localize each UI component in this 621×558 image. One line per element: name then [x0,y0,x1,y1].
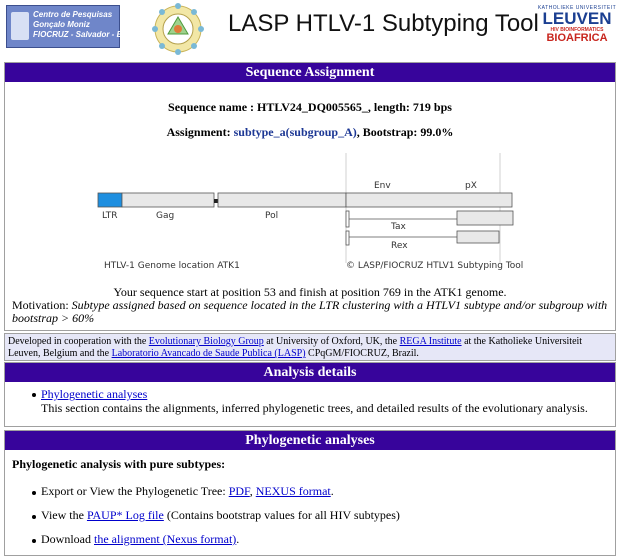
tax-label: Tax [390,222,407,232]
analysis-details-panel: Analysis details Phylogenetic analyses T… [4,362,616,427]
phylogenetic-analyses-link[interactable]: Phylogenetic analyses [41,387,147,402]
gag-gene [121,192,215,208]
ltr-highlight [97,192,123,208]
tax-exon-2 [456,210,514,226]
assignment-suffix: , Bootstrap: 99.0% [356,125,454,139]
bullet-icon [32,539,36,543]
rex-exon-2 [456,230,500,244]
coop-text-1: Developed in cooperation with the [8,336,149,347]
analysis-details-heading: Analysis details [5,363,615,382]
ltr-label: LTR [102,211,118,221]
gag-pol-junction [214,199,218,203]
bullet-icon [32,393,36,397]
bullet-icon [32,515,36,519]
page-title: LASP HTLV-1 Subtyping Tool [228,10,539,37]
leuven-bioafrica-logo[interactable]: KATHOLIEKE UNIVERSITEIT LEUVEN HIV BIOIN… [537,5,617,51]
gag-label: Gag [156,211,174,221]
download-alignment-item: Download the alignment (Nexus format). [41,532,239,547]
lasp-logo-line-1: Centro de Pesquisas [33,10,113,19]
analysis-description: This section contains the alignments, in… [41,401,588,415]
phylogenetic-analyses-heading: Phylogenetic analyses [5,431,615,450]
pol-label: Pol [265,211,278,221]
pol-gene [217,192,347,208]
rega-institute-link[interactable]: REGA Institute [400,336,462,347]
sequence-name: Sequence name : HTLV24_DQ005565_, length… [168,100,452,114]
paup-log-text: View the [41,508,87,522]
assignment-prefix: Assignment: [166,125,234,139]
motivation-text: Motivation: Subtype assigned based on se… [12,299,608,325]
paup-log-end: (Contains bootstrap values for all HIV s… [163,508,400,522]
download-alignment-end: . [236,532,240,546]
nexus-format-link[interactable]: NEXUS format [256,484,331,498]
assignment-line: Assignment: subtype_a(subgroup_A), Boots… [5,125,615,140]
evolutionary-biology-group-link[interactable]: Evolutionary Biology Group [149,336,264,347]
pure-subtypes-subheading: Phylogenetic analysis with pure subtypes… [12,457,226,471]
export-tree-item: Export or View the Phylogenetic Tree: PD… [41,484,334,499]
assignment-value: subtype_a(subgroup_A) [233,125,357,139]
tax-exon-1 [345,210,350,228]
emblem-icon [11,12,29,40]
sequence-assignment-heading: Sequence Assignment [5,63,615,82]
export-tree-end: . [330,484,334,498]
export-tree-text: Export or View the Phylogenetic Tree: [41,484,229,498]
env-px-region [345,192,513,208]
genome-copyright: © LASP/FIOCRUZ HTLV1 Subtyping Tool [346,261,523,271]
rex-exon-1 [345,230,350,246]
motivation-reason: Subtype assigned based on sequence locat… [12,298,608,325]
download-alignment-text: Download [41,532,94,546]
cooperation-note: Developed in cooperation with the Evolut… [4,333,616,361]
paup-log-link[interactable]: PAUP* Log file [87,508,164,522]
coop-text-2: at University of Oxford, UK, the [263,336,400,347]
coop-text-4: CPqGM/FIOCRUZ, Brazil. [305,348,419,359]
paup-log-item: View the PAUP* Log file (Contains bootst… [41,508,400,523]
bioafrica-name: BIOAFRICA [546,32,608,44]
lasp-logo[interactable]: Centro de Pesquisas Gonçalo Moniz FIOCRU… [6,5,127,48]
virus-icon [152,3,204,55]
rex-label: Rex [391,241,408,251]
motivation-label: Motivation: [12,298,72,312]
alignment-nexus-link[interactable]: the alignment (Nexus format) [94,532,236,546]
px-label: pX [465,181,477,191]
genome-map: LTR Gag Pol Env pX Tax Rex HTLV-1 Genome… [97,153,523,271]
genome-location-label: HTLV-1 Genome location ATK1 [104,261,240,271]
phylogenetic-analyses-panel: Phylogenetic analyses Phylogenetic analy… [4,430,616,556]
pdf-link[interactable]: PDF [229,484,250,498]
bullet-icon [32,491,36,495]
page-header: Centro de Pesquisas Gonçalo Moniz FIOCRU… [0,0,621,58]
lasp-logo-line-2: Gonçalo Moniz [33,20,90,29]
lasp-link[interactable]: Laboratorio Avancado de Saude Publica (L… [112,348,306,359]
leuven-name: LEUVEN [542,9,612,28]
env-label: Env [374,181,391,191]
lasp-logo-line-3: FIOCRUZ - Salvador - Ba [33,30,127,39]
